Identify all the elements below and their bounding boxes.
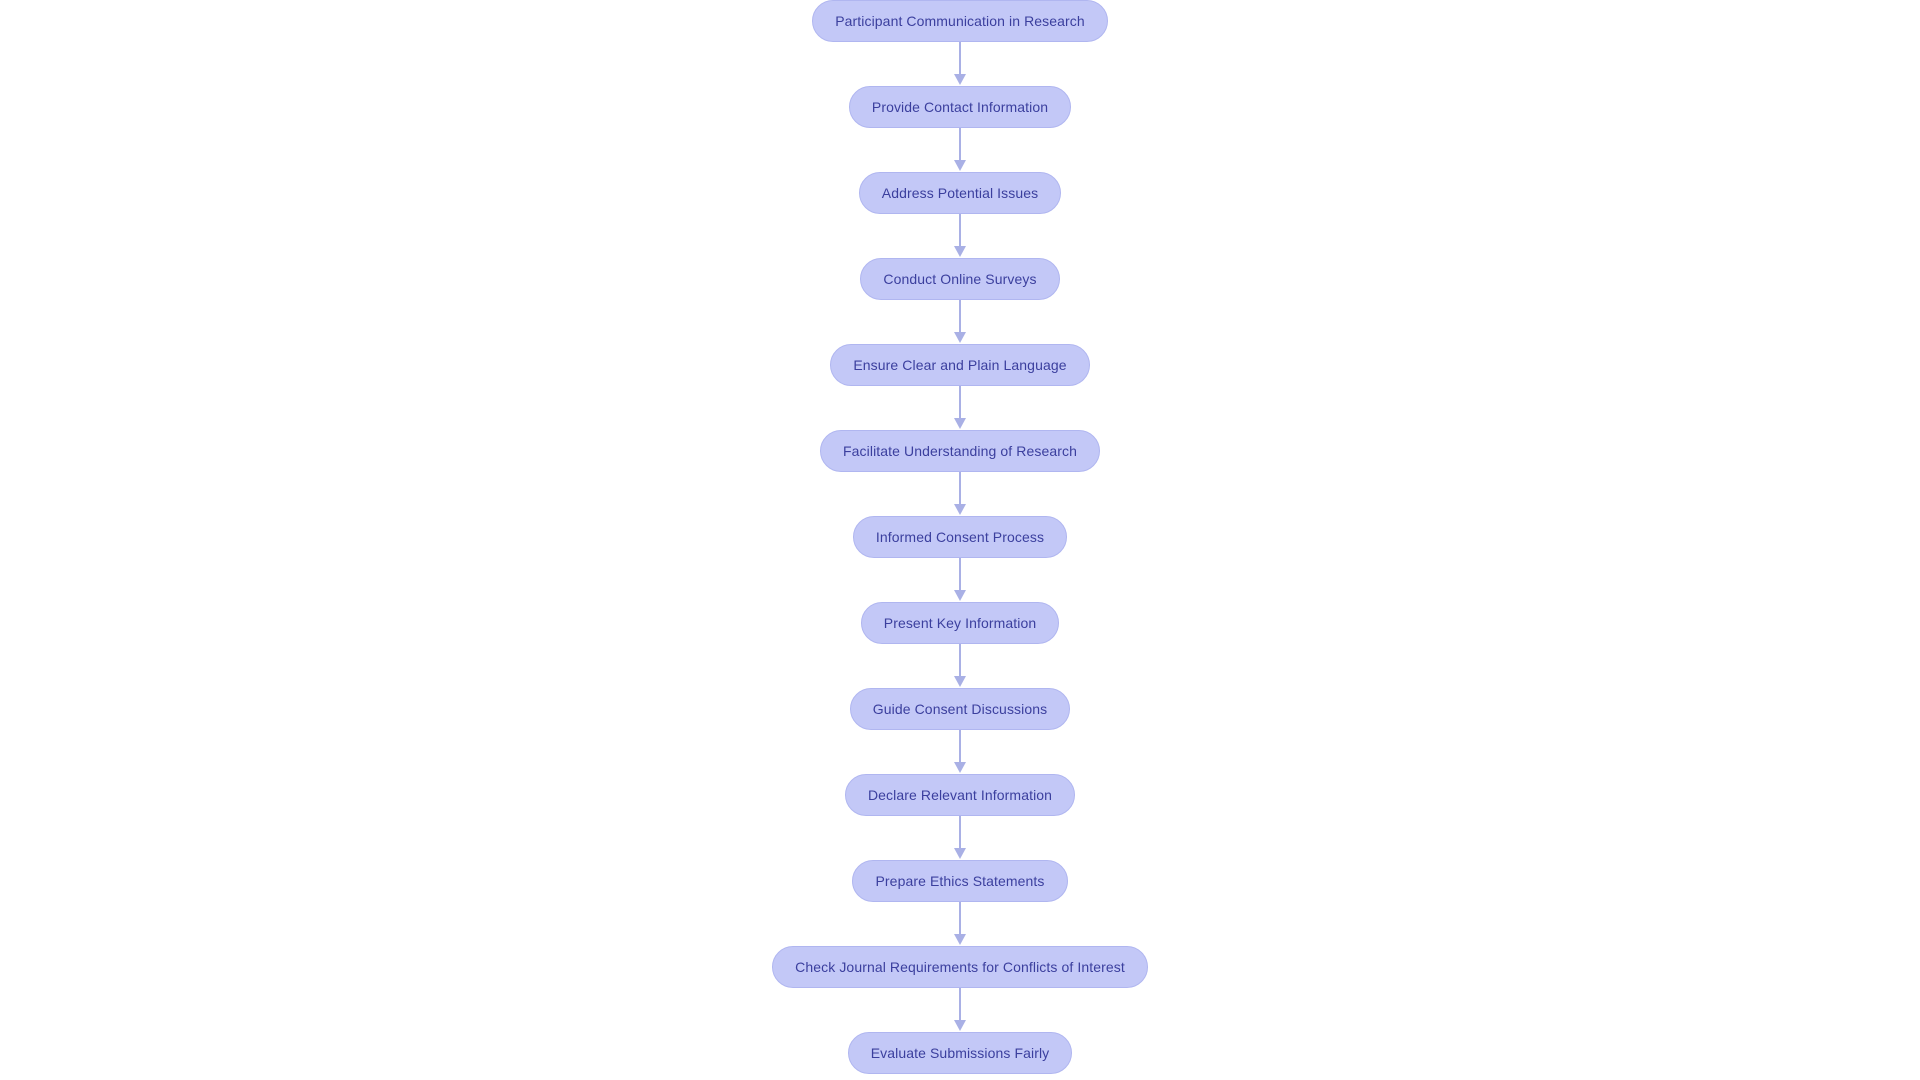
flow-node-label: Informed Consent Process — [875, 529, 1045, 545]
flow-step: Check Journal Requirements for Conflicts… — [772, 946, 1148, 988]
arrow-line — [959, 300, 961, 334]
arrow-line — [959, 988, 961, 1022]
flow-step: Conduct Online Surveys — [860, 258, 1060, 300]
arrow-head-down-icon — [954, 74, 966, 85]
flow-arrow-n2-n3 — [953, 128, 967, 172]
flow-node-label: Evaluate Submissions Fairly — [870, 1045, 1050, 1061]
flow-step: Participant Communication in Research — [812, 0, 1108, 42]
flow-node-label: Participant Communication in Research — [835, 13, 1085, 29]
flow-node-label: Ensure Clear and Plain Language — [853, 357, 1067, 373]
flow-arrow-n11-n12 — [953, 902, 967, 946]
flow-step: Facilitate Understanding of Research — [820, 430, 1100, 472]
flow-node-label: Present Key Information — [883, 615, 1037, 631]
arrow-head-down-icon — [954, 848, 966, 859]
arrow-line — [959, 816, 961, 850]
arrow-line — [959, 644, 961, 678]
flow-node-label: Declare Relevant Information — [867, 787, 1053, 803]
flow-step: Provide Contact Information — [848, 86, 1072, 128]
flow-node-evaluate-submissions-fairly[interactable]: Evaluate Submissions Fairly — [847, 1032, 1073, 1074]
flowchart-node-column: Participant Communication in Research Pr… — [0, 0, 1920, 1080]
arrow-line — [959, 214, 961, 248]
flow-node-provide-contact-information[interactable]: Provide Contact Information — [848, 86, 1072, 128]
flow-arrow-n9-n10 — [953, 730, 967, 774]
flow-node-label: Check Journal Requirements for Conflicts… — [795, 959, 1125, 975]
flow-arrow-n3-n4 — [953, 214, 967, 258]
flow-node-informed-consent-process[interactable]: Informed Consent Process — [852, 516, 1068, 558]
arrow-head-down-icon — [954, 1020, 966, 1031]
flow-node-conduct-online-surveys[interactable]: Conduct Online Surveys — [860, 258, 1060, 300]
flow-node-declare-relevant-information[interactable]: Declare Relevant Information — [844, 774, 1076, 816]
arrow-line — [959, 730, 961, 764]
flow-arrow-n1-n2 — [953, 42, 967, 86]
arrow-line — [959, 558, 961, 592]
arrow-head-down-icon — [954, 676, 966, 687]
flow-step: Informed Consent Process — [852, 516, 1068, 558]
flow-node-label: Provide Contact Information — [871, 99, 1049, 115]
arrow-head-down-icon — [954, 504, 966, 515]
flow-node-prepare-ethics-statements[interactable]: Prepare Ethics Statements — [852, 860, 1068, 902]
arrow-head-down-icon — [954, 246, 966, 257]
arrow-line — [959, 902, 961, 936]
flow-arrow-n7-n8 — [953, 558, 967, 602]
arrow-head-down-icon — [954, 332, 966, 343]
arrow-line — [959, 472, 961, 506]
flow-arrow-n4-n5 — [953, 300, 967, 344]
arrow-head-down-icon — [954, 762, 966, 773]
flow-arrow-n10-n11 — [953, 816, 967, 860]
arrow-head-down-icon — [954, 934, 966, 945]
arrow-line — [959, 386, 961, 420]
flow-node-guide-consent-discussions[interactable]: Guide Consent Discussions — [849, 688, 1071, 730]
flow-node-present-key-information[interactable]: Present Key Information — [860, 602, 1060, 644]
flow-node-label: Prepare Ethics Statements — [875, 873, 1045, 889]
flow-step: Ensure Clear and Plain Language — [830, 344, 1090, 386]
arrow-head-down-icon — [954, 160, 966, 171]
flow-node-label: Guide Consent Discussions — [872, 701, 1048, 717]
arrow-head-down-icon — [954, 418, 966, 429]
flow-arrow-n8-n9 — [953, 644, 967, 688]
flowchart-canvas: Participant Communication in Research Pr… — [0, 0, 1920, 1080]
flow-step: Present Key Information — [860, 602, 1060, 644]
flow-node-label: Facilitate Understanding of Research — [843, 443, 1077, 459]
flow-node-participant-communication-in-research[interactable]: Participant Communication in Research — [812, 0, 1108, 42]
flow-step: Evaluate Submissions Fairly — [847, 1032, 1073, 1074]
flow-node-ensure-clear-and-plain-language[interactable]: Ensure Clear and Plain Language — [830, 344, 1090, 386]
flow-node-facilitate-understanding-of-research[interactable]: Facilitate Understanding of Research — [820, 430, 1100, 472]
flow-step: Prepare Ethics Statements — [852, 860, 1068, 902]
flow-arrow-n12-n13 — [953, 988, 967, 1032]
flow-step: Address Potential Issues — [858, 172, 1062, 214]
flow-node-address-potential-issues[interactable]: Address Potential Issues — [858, 172, 1062, 214]
arrow-line — [959, 42, 961, 76]
flow-node-label: Address Potential Issues — [881, 185, 1039, 201]
flow-arrow-n5-n6 — [953, 386, 967, 430]
flow-node-check-journal-requirements-for-conflicts-of-interest[interactable]: Check Journal Requirements for Conflicts… — [772, 946, 1148, 988]
flow-node-label: Conduct Online Surveys — [883, 271, 1037, 287]
flow-step: Declare Relevant Information — [844, 774, 1076, 816]
arrow-line — [959, 128, 961, 162]
arrow-head-down-icon — [954, 590, 966, 601]
flow-step: Guide Consent Discussions — [849, 688, 1071, 730]
flow-arrow-n6-n7 — [953, 472, 967, 516]
